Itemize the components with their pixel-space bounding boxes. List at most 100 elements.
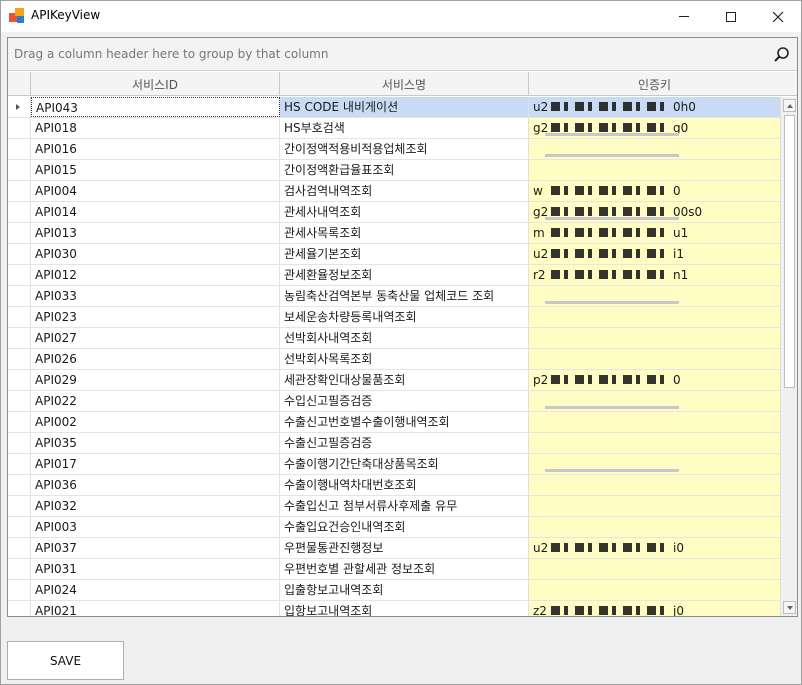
cell-service-name[interactable]: 관세사목록조회 xyxy=(280,223,529,243)
cell-auth-key[interactable] xyxy=(529,349,780,369)
cell-service-id[interactable]: API030 xyxy=(31,244,280,264)
row-indicator[interactable] xyxy=(8,559,31,579)
cell-service-name[interactable]: 관세사내역조회 xyxy=(280,202,529,222)
cell-service-name[interactable]: 선박회사목록조회 xyxy=(280,349,529,369)
close-button[interactable] xyxy=(755,1,801,32)
table-row[interactable]: API013 관세사목록조회 m u1 xyxy=(8,223,780,244)
row-indicator[interactable] xyxy=(8,328,31,348)
row-indicator[interactable] xyxy=(8,223,31,243)
table-row[interactable]: API033 농림축산검역본부 동축산물 업체코드 조회 xyxy=(8,286,780,307)
table-row[interactable]: API036 수출이행내역차대번호조회 xyxy=(8,475,780,496)
cell-service-name[interactable]: 농림축산검역본부 동축산물 업체코드 조회 xyxy=(280,286,529,306)
vertical-scrollbar[interactable] xyxy=(780,97,797,616)
cell-service-id[interactable]: API023 xyxy=(31,307,280,327)
table-row[interactable]: API016 간이정액적용비적용업체조회 xyxy=(8,139,780,160)
table-row[interactable]: API018 HS부호검색 g2 g0 xyxy=(8,118,780,139)
cell-service-name[interactable]: 수출이행내역차대번호조회 xyxy=(280,475,529,495)
cell-service-id[interactable]: API024 xyxy=(31,580,280,600)
table-row[interactable]: API004 검사검역내역조회 w 0 xyxy=(8,181,780,202)
table-row[interactable]: API027 선박회사내역조회 xyxy=(8,328,780,349)
cell-auth-key[interactable] xyxy=(529,139,780,159)
cell-service-name[interactable]: 선박회사내역조회 xyxy=(280,328,529,348)
row-indicator[interactable] xyxy=(8,391,31,411)
row-indicator[interactable] xyxy=(8,160,31,180)
cell-service-id[interactable]: API022 xyxy=(31,391,280,411)
table-row[interactable]: API026 선박회사목록조회 xyxy=(8,349,780,370)
cell-service-id[interactable]: API018 xyxy=(31,118,280,138)
cell-auth-key[interactable]: w0 xyxy=(529,181,780,201)
cell-service-name[interactable]: 수출이행기간단축대상품목조회 xyxy=(280,454,529,474)
cell-service-name[interactable]: HS부호검색 xyxy=(280,118,529,138)
row-indicator[interactable] xyxy=(8,265,31,285)
cell-auth-key[interactable] xyxy=(529,496,780,516)
cell-auth-key[interactable] xyxy=(529,307,780,327)
cell-service-id[interactable]: API004 xyxy=(31,181,280,201)
cell-auth-key[interactable]: g2 g0 xyxy=(529,118,780,138)
scroll-thumb[interactable] xyxy=(784,115,795,388)
cell-service-name[interactable]: HS CODE 내비게이션 xyxy=(280,97,529,117)
cell-service-id[interactable]: API029 xyxy=(31,370,280,390)
row-indicator[interactable] xyxy=(8,139,31,159)
cell-service-name[interactable]: 우편물통관진행정보 xyxy=(280,538,529,558)
cell-service-id[interactable]: API016 xyxy=(31,139,280,159)
cell-auth-key[interactable]: m u1 xyxy=(529,223,780,243)
cell-service-id[interactable]: API027 xyxy=(31,328,280,348)
cell-auth-key[interactable]: z2 j0 xyxy=(529,601,780,616)
cell-auth-key[interactable] xyxy=(529,391,780,411)
cell-service-id[interactable]: API043 xyxy=(31,97,280,117)
table-row[interactable]: API003 수출입요건승인내역조회 xyxy=(8,517,780,538)
row-indicator[interactable] xyxy=(8,181,31,201)
cell-service-id[interactable]: API026 xyxy=(31,349,280,369)
table-row[interactable]: API022 수입신고필증검증 xyxy=(8,391,780,412)
cell-auth-key[interactable] xyxy=(529,328,780,348)
table-row[interactable]: API035 수출신고필증검증 xyxy=(8,433,780,454)
cell-auth-key[interactable]: u2 i1 xyxy=(529,244,780,264)
cell-service-name[interactable]: 우편번호별 관할세관 정보조회 xyxy=(280,559,529,579)
column-header-service-name[interactable]: 서비스명 xyxy=(280,72,529,96)
cell-service-name[interactable]: 입항보고내역조회 xyxy=(280,601,529,616)
cell-service-name[interactable]: 간이정액적용비적용업체조회 xyxy=(280,139,529,159)
cell-service-id[interactable]: API014 xyxy=(31,202,280,222)
row-indicator[interactable] xyxy=(8,412,31,432)
row-indicator[interactable] xyxy=(8,286,31,306)
table-row[interactable]: API037 우편물통관진행정보 u2 i0 xyxy=(8,538,780,559)
cell-auth-key[interactable]: u2 i0 xyxy=(529,538,780,558)
row-indicator[interactable] xyxy=(8,244,31,264)
table-row[interactable]: API012 관세환율정보조회 r2 n1 xyxy=(8,265,780,286)
table-row[interactable]: API017 수출이행기간단축대상품목조회 xyxy=(8,454,780,475)
cell-service-id[interactable]: API021 xyxy=(31,601,280,616)
table-row[interactable]: API032 수출입신고 첨부서류사후제출 유무 xyxy=(8,496,780,517)
cell-service-id[interactable]: API017 xyxy=(31,454,280,474)
scroll-up-button[interactable] xyxy=(783,99,796,112)
row-indicator[interactable] xyxy=(8,349,31,369)
group-by-panel[interactable]: Drag a column header here to group by th… xyxy=(8,38,797,71)
table-row[interactable]: API002 수출신고번호별수출이행내역조회 xyxy=(8,412,780,433)
cell-service-name[interactable]: 검사검역내역조회 xyxy=(280,181,529,201)
cell-service-id[interactable]: API037 xyxy=(31,538,280,558)
cell-service-id[interactable]: API015 xyxy=(31,160,280,180)
cell-auth-key[interactable]: p2 0 xyxy=(529,370,780,390)
cell-service-id[interactable]: API033 xyxy=(31,286,280,306)
row-indicator[interactable] xyxy=(8,433,31,453)
row-indicator[interactable] xyxy=(8,370,31,390)
cell-service-name[interactable]: 세관장확인대상물품조회 xyxy=(280,370,529,390)
table-row[interactable]: API031 우편번호별 관할세관 정보조회 xyxy=(8,559,780,580)
cell-service-id[interactable]: API035 xyxy=(31,433,280,453)
cell-auth-key[interactable] xyxy=(529,286,780,306)
cell-service-name[interactable]: 수입신고필증검증 xyxy=(280,391,529,411)
row-indicator[interactable] xyxy=(8,454,31,474)
cell-auth-key[interactable]: g2 00s0 xyxy=(529,202,780,222)
row-indicator[interactable] xyxy=(8,202,31,222)
save-button[interactable]: SAVE xyxy=(7,641,124,680)
cell-auth-key[interactable] xyxy=(529,559,780,579)
table-row[interactable]: API021 입항보고내역조회 z2 j0 xyxy=(8,601,780,616)
row-indicator[interactable] xyxy=(8,97,31,117)
cell-service-name[interactable]: 관세환율정보조회 xyxy=(280,265,529,285)
cell-auth-key[interactable]: u2 0h0 xyxy=(529,97,780,117)
table-row[interactable]: API024 입출항보고내역조회 xyxy=(8,580,780,601)
cell-auth-key[interactable]: r2 n1 xyxy=(529,265,780,285)
cell-service-id[interactable]: API012 xyxy=(31,265,280,285)
cell-auth-key[interactable] xyxy=(529,412,780,432)
minimize-button[interactable] xyxy=(661,1,707,32)
row-indicator[interactable] xyxy=(8,475,31,495)
